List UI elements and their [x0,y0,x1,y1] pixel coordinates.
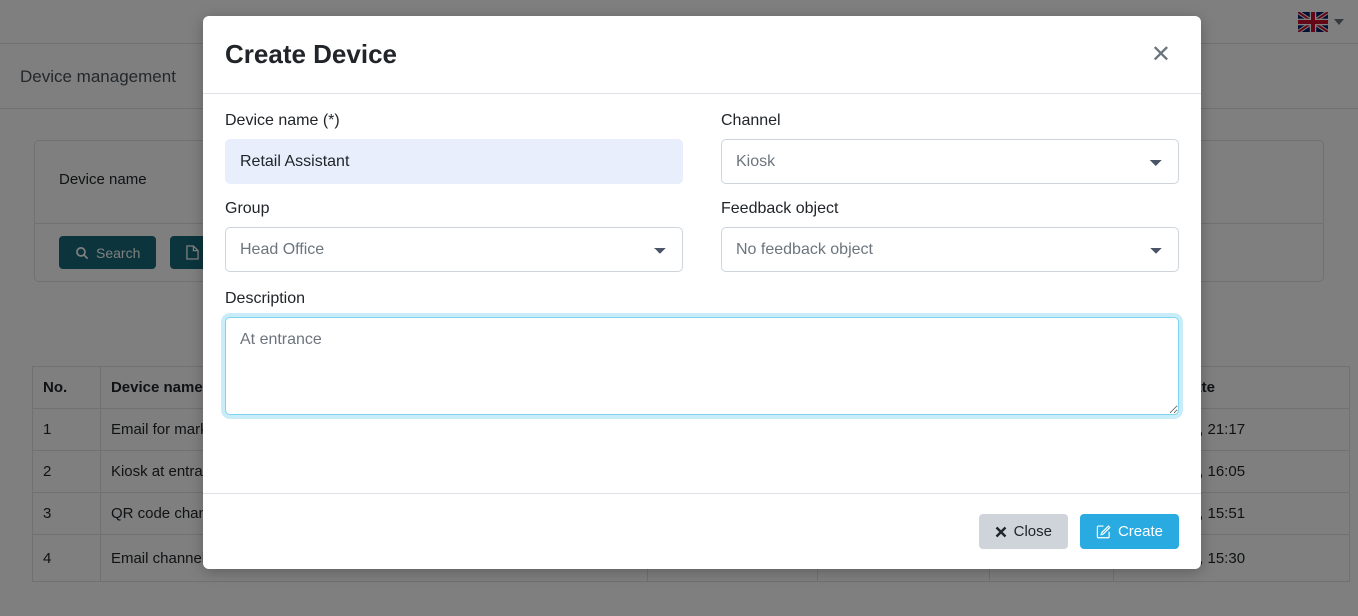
form-grid: Device name (*) Group Head Office Channe… [225,112,1179,288]
page-title: Create Device [225,39,397,69]
field-description: Description [225,290,1179,420]
feedback-object-select[interactable]: No feedback object [721,227,1179,272]
form-column-right: Channel Kiosk Feedback object No feedbac… [721,112,1179,288]
description-textarea[interactable] [225,317,1179,415]
field-feedback-object: Feedback object No feedback object [721,200,1179,272]
channel-label: Channel [721,112,781,129]
group-label: Group [225,200,270,217]
channel-select[interactable]: Kiosk [721,139,1179,184]
modal-create-button-label: Create [1117,523,1163,540]
modal-close-button[interactable]: Close [978,514,1068,549]
feedback-object-label: Feedback object [721,200,839,217]
x-icon [995,526,1006,537]
close-icon[interactable]: ✕ [1143,39,1179,71]
description-label: Description [225,290,306,307]
modal-header: Create Device ✕ [203,16,1201,94]
modal-footer: Close Create [203,493,1201,569]
field-group: Group Head Office [225,200,683,272]
device-name-label: Device name (*) [225,112,340,129]
modal-body: Device name (*) Group Head Office Channe… [203,94,1201,493]
field-device-name: Device name (*) [225,112,683,184]
modal-close-button-label: Close [1013,523,1052,540]
device-name-input[interactable] [225,139,683,184]
group-select[interactable]: Head Office [225,227,683,272]
form-column-left: Device name (*) Group Head Office [225,112,683,288]
modal-create-button[interactable]: Create [1079,514,1179,549]
field-channel: Channel Kiosk [721,112,1179,184]
create-device-modal: Create Device ✕ Device name (*) Group He… [203,16,1201,569]
pencil-square-icon [1096,525,1111,539]
